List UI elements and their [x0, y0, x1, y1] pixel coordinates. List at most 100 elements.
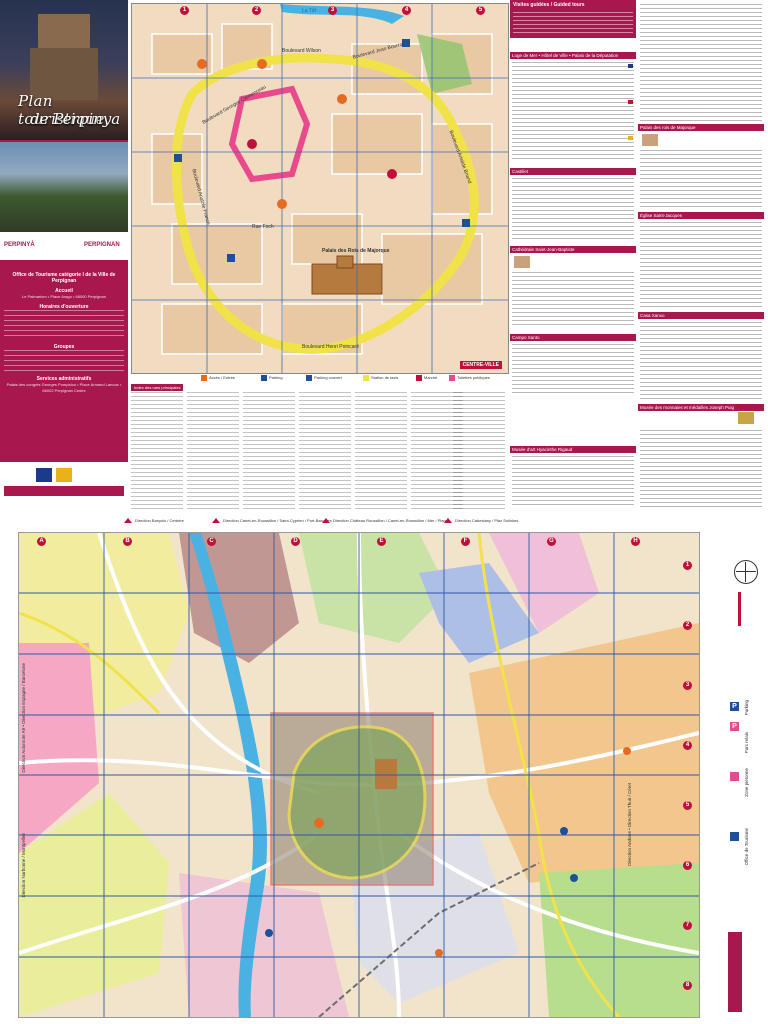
- arrow-up-icon: [124, 518, 132, 524]
- tourist-office-icon: [730, 832, 739, 841]
- flag-es-icon: [628, 136, 633, 140]
- palace-label: Palais des Rois de Majorque: [322, 248, 390, 254]
- grid-number-6: 6: [683, 861, 692, 870]
- city-centre-map[interactable]: 1 2 3 4 5 Boulevard Georges Clemenceau B…: [131, 3, 509, 374]
- index-column: [131, 392, 183, 510]
- section-text: [640, 322, 762, 402]
- section-header: Église Saint-Jacques: [638, 212, 764, 219]
- grid-letter-h: H: [631, 537, 640, 546]
- cover-footer: [0, 462, 128, 500]
- map-legend: Accès / Entrée Parking Parking couvert S…: [131, 374, 507, 384]
- index-column: [299, 392, 351, 510]
- inset-ring: [287, 725, 427, 880]
- castle-illustration: [30, 14, 98, 100]
- grid-letter-a: A: [37, 537, 46, 546]
- arrow-up-icon: [212, 518, 220, 524]
- grid-letter-e: E: [377, 537, 386, 546]
- section-text: [512, 178, 634, 242]
- direction-side-text: Direction Narbonne / Montpellier: [21, 833, 26, 898]
- overview-map-graphic: [19, 533, 699, 1017]
- grid-number-7: 7: [683, 921, 692, 930]
- directions-strip: Direction Banyuls / Cerbère Direction Ca…: [0, 514, 768, 528]
- logo-perpinya: PERPINYÀ: [4, 242, 35, 248]
- cathedral-thumbnail: [514, 256, 530, 268]
- index-column: [243, 392, 295, 510]
- section-text: [512, 456, 634, 506]
- skyline-banner: [4, 486, 124, 496]
- index-column: [453, 392, 505, 510]
- section-text: [640, 430, 762, 508]
- legend-item: Station de taxis: [363, 375, 398, 381]
- section-header: Loge de Mer • Hôtel de Ville • Palais de…: [510, 52, 636, 59]
- medal-thumbnail: [738, 412, 754, 424]
- river-label: La Têt: [302, 8, 317, 14]
- groups-text: [4, 350, 124, 372]
- district-south-east: [539, 863, 699, 1017]
- grid-number-2: 2: [252, 6, 261, 15]
- centre-ville-badge: CENTRE-VILLE: [459, 361, 502, 369]
- city-overview-map[interactable]: A B C D E F G H 1 2 3 4 5 6 7 8 Directio…: [18, 532, 700, 1018]
- grid-number-5: 5: [476, 6, 485, 15]
- pedestrian-zone-swatch: [730, 772, 739, 781]
- compass-icon: [734, 560, 758, 584]
- city-centre-map-graphic: [132, 4, 508, 373]
- cover-subtitle: de Perpinya: [30, 110, 121, 128]
- grid-number-4: 4: [402, 6, 411, 15]
- legend-text: Office de Tourisme: [744, 828, 749, 866]
- park-and-ride-icon: P: [730, 722, 739, 731]
- grid-number-3: 3: [683, 681, 692, 690]
- grid-number-1: 1: [683, 561, 692, 570]
- section-text: [512, 344, 634, 394]
- section-header: Musée des monnaies et médailles Joseph P…: [638, 404, 764, 411]
- direction-item: Direction Cabestany / Plaz Solinkes: [444, 518, 518, 524]
- street-index-title: Index des rues principales: [131, 384, 184, 391]
- grid-number-2: 2: [683, 621, 692, 630]
- index-column: [355, 392, 407, 510]
- section-text: [640, 222, 762, 308]
- grid-number-4: 4: [683, 741, 692, 750]
- section-header: Cathédrale Saint-Jean-Baptiste: [510, 246, 636, 253]
- direction-item: Direction Canet-en-Roussillon / Saint-Cy…: [212, 518, 332, 524]
- admin-address: Palais des congrès Georges Pompidou • Pl…: [6, 382, 122, 393]
- grid-letter-d: D: [291, 537, 300, 546]
- street-label: Rue Foch: [252, 224, 274, 230]
- info-column-right: Palais des rois de Majorque Église Saint…: [638, 0, 768, 512]
- legend-item: Marché: [416, 375, 437, 381]
- section-text: [640, 4, 762, 124]
- flag-fr-icon: [628, 64, 633, 68]
- guided-tours-title: Visites guidées / Guided tours: [513, 2, 585, 8]
- street-index: Index des rues principales: [131, 384, 507, 512]
- flag-en-icon: [628, 100, 633, 104]
- legend-text: Parking: [744, 700, 749, 716]
- cover-photo-street: [0, 142, 128, 232]
- direction-item: Direction Château Roussillon / Canet-en-…: [322, 518, 450, 524]
- guided-tours-header: Visites guidées / Guided tours: [510, 0, 636, 38]
- section-text: [640, 150, 762, 210]
- legend-band: [728, 932, 742, 1012]
- quality-badge-icon: [56, 468, 72, 482]
- direction-item: Direction Banyuls / Cerbère: [124, 518, 184, 524]
- overview-legend: P P Parking Parc relais Zone piétonne Of…: [700, 532, 768, 1020]
- legend-item: Parking couvert: [306, 375, 342, 381]
- street-label: Boulevard Henri Poincaré: [302, 344, 359, 350]
- office-heading: Office de Tourisme catégorie I de la Vil…: [12, 272, 116, 284]
- grid-number-8: 8: [683, 981, 692, 990]
- cover-panel: Plan touristique de Perpinya PERPINYÀ PE…: [0, 0, 128, 500]
- cover-logos: PERPINYÀ PERPIGNAN: [0, 232, 128, 260]
- scale-bar: [738, 592, 741, 626]
- legend-text: Zone piétonne: [744, 768, 749, 797]
- info-column-left: Visites guidées / Guided tours Loge de M…: [510, 0, 636, 512]
- parking-icon: P: [730, 702, 739, 711]
- grid-letter-g: G: [547, 537, 556, 546]
- legend-item: Parking: [261, 375, 283, 381]
- section-header: Musée d'art Hyacinthe Rigaud: [510, 446, 636, 453]
- grid-letter-f: F: [461, 537, 470, 546]
- section-header: Casa Xanxo: [638, 312, 764, 319]
- tourist-office-info: Office de Tourisme catégorie I de la Vil…: [4, 268, 124, 394]
- label-badge-icon: [36, 468, 52, 482]
- legend-item: Toilettes publiques: [449, 375, 490, 381]
- palace-thumbnail: [642, 134, 658, 146]
- legend-text: Parc relais: [744, 732, 749, 754]
- grid-number-5: 5: [683, 801, 692, 810]
- direction-side-text: Direction Autoroute A9 • Direction Espag…: [21, 663, 26, 773]
